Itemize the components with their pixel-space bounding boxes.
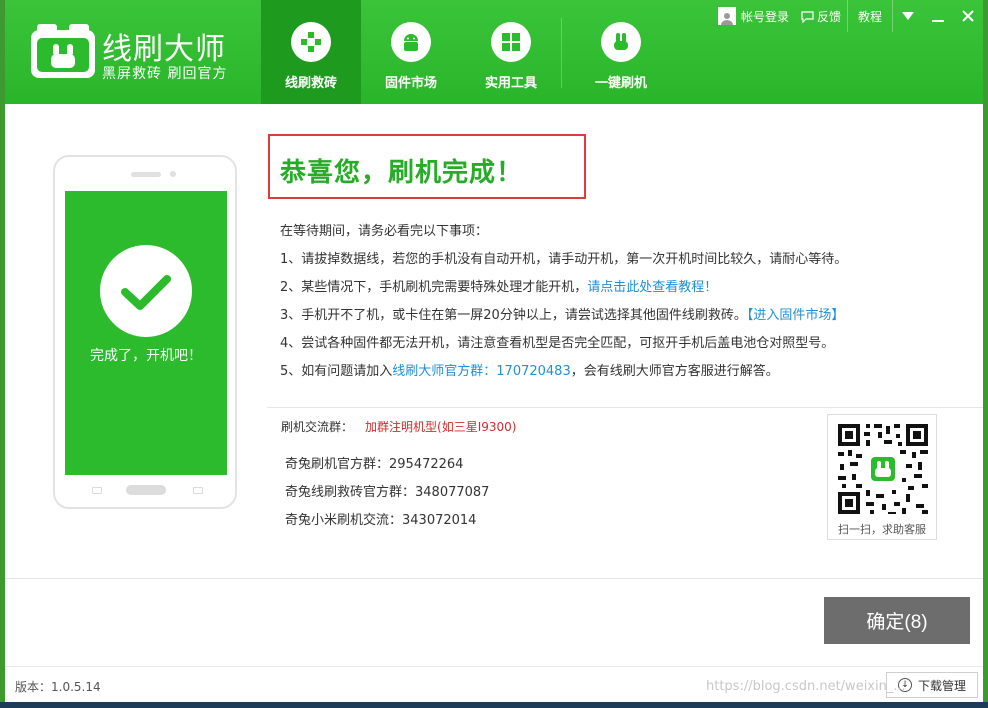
app-window: 线刷大师 黑屏救砖 刷回官方 线刷救砖 固件市场 实用工具 一键刷机 帐号登录 … xyxy=(0,0,988,708)
feedback-link[interactable]: 反馈 xyxy=(795,0,847,32)
menu-dropdown-button[interactable] xyxy=(893,0,923,32)
close-icon xyxy=(962,10,974,22)
window-topbar: 帐号登录 反馈 教程 xyxy=(712,0,983,32)
group-label: 刷机交流群： xyxy=(281,420,354,434)
rabbit-icon xyxy=(601,22,641,62)
official-group-link[interactable]: 线刷大师官方群：170720483 xyxy=(392,364,570,379)
notes-list: 在等待期间，请务必看完以下事项： 1、请拔掉数据线，若您的手机没有自动开机，请手… xyxy=(280,223,847,391)
phone-illustration: 完成了，开机吧！ xyxy=(53,155,237,509)
group-hint: 加群注明机型(如三星I9300) xyxy=(365,420,517,434)
os-taskbar xyxy=(0,702,988,708)
nav-tab-flash-rescue[interactable]: 线刷救砖 xyxy=(261,0,361,104)
app-subtitle: 黑屏救砖 刷回官方 xyxy=(102,66,228,82)
tutorial-label: 教程 xyxy=(857,9,882,24)
qr-code-panel: 扫一扫，求助客服 xyxy=(827,414,937,540)
download-manager-label: 下载管理 xyxy=(917,678,966,693)
close-button[interactable] xyxy=(953,0,983,32)
note-text: 3、手机开不了机，或卡住在第一屏20分钟以上，请尝试选择其他固件线刷救砖。 xyxy=(280,308,747,323)
qr-caption: 扫一扫，求助客服 xyxy=(838,523,926,536)
note-item: 2、某些情况下，手机刷机完需要特殊处理才能开机，请点击此处查看教程！ xyxy=(280,279,847,307)
qr-code-icon xyxy=(836,422,930,516)
group-item: 奇兔小米刷机交流：343072014 xyxy=(285,513,477,528)
triangle-down-icon xyxy=(902,12,914,20)
note-item: 3、手机开不了机，或卡住在第一屏20分钟以上，请尝试选择其他固件线刷救砖。【进入… xyxy=(280,307,847,335)
login-link[interactable]: 帐号登录 xyxy=(712,0,795,32)
rabbit-logo-icon xyxy=(31,24,95,78)
nav-tab-utilities[interactable]: 实用工具 xyxy=(461,0,561,104)
note-item: 5、如有问题请加入线刷大师官方群：170720483，会有线刷大师官方客服进行解… xyxy=(280,363,847,391)
phone-back-key-icon xyxy=(92,487,102,494)
footer-divider xyxy=(5,578,983,579)
nav-tab-firmware-market[interactable]: 固件市场 xyxy=(361,0,461,104)
version-label: 版本：1.0.5.14 xyxy=(15,680,101,694)
notes-intro: 在等待期间，请务必看完以下事项： xyxy=(280,224,489,239)
app-title: 线刷大师 xyxy=(102,32,226,67)
main-nav: 线刷救砖 固件市场 实用工具 一键刷机 xyxy=(261,0,680,104)
phone-menu-key-icon xyxy=(193,487,203,494)
note-text: 5、如有问题请加入 xyxy=(280,364,393,379)
phone-screen: 完成了，开机吧！ xyxy=(65,191,227,475)
group-item: 奇兔刷机官方群：295472264 xyxy=(285,457,464,472)
phone-done-text: 完成了，开机吧！ xyxy=(90,348,202,364)
phone-speaker xyxy=(131,172,161,177)
tutorial-help-link[interactable]: 请点击此处查看教程！ xyxy=(587,280,717,295)
nav-tab-label: 一键刷机 xyxy=(594,76,647,91)
nav-tab-label: 实用工具 xyxy=(484,76,537,91)
nav-tab-label: 固件市场 xyxy=(384,76,437,91)
header: 线刷大师 黑屏救砖 刷回官方 线刷救砖 固件市场 实用工具 一键刷机 帐号登录 … xyxy=(5,0,983,104)
nav-tab-one-click-flash[interactable]: 一键刷机 xyxy=(562,0,680,104)
firmware-market-link[interactable]: 【进入固件市场】 xyxy=(747,308,845,323)
android-icon xyxy=(391,22,431,62)
note-item: 4、尝试各种固件都无法开机，请注意查看机型是否完全匹配，可抠开手机后盖电池仓对照… xyxy=(280,336,835,351)
group-item: 奇兔线刷救砖官方群：348077087 xyxy=(285,485,490,500)
phone-home-button xyxy=(126,485,166,495)
phone-camera xyxy=(170,171,176,177)
minimize-icon xyxy=(932,20,944,22)
grid-icon xyxy=(491,22,531,62)
chat-bubble-icon xyxy=(801,10,814,23)
plus-cross-icon xyxy=(291,22,331,62)
section-divider xyxy=(267,407,983,408)
group-header: 刷机交流群： 加群注明机型(如三星I9300) xyxy=(281,418,516,435)
confirm-button[interactable]: 确定(8) xyxy=(824,597,970,644)
congrats-heading: 恭喜您，刷机完成！ xyxy=(280,158,524,188)
note-text: ，会有线刷大师官方客服进行解答。 xyxy=(570,364,779,379)
watermark-text: https://blog.csdn.net/weixin_... xyxy=(706,679,906,694)
check-circle-icon xyxy=(100,245,192,337)
congrats-highlight-box: 恭喜您，刷机完成！ xyxy=(268,134,586,199)
tutorial-link[interactable]: 教程 xyxy=(848,0,892,32)
minimize-button[interactable] xyxy=(923,0,953,32)
feedback-label: 反馈 xyxy=(816,9,841,24)
nav-tab-label: 线刷救砖 xyxy=(284,76,337,91)
login-label: 帐号登录 xyxy=(740,9,789,24)
note-text: 2、某些情况下，手机刷机完需要特殊处理才能开机， xyxy=(280,280,588,295)
note-item: 1、请拔掉数据线，若您的手机没有自动开机，请手动开机，第一次开机时间比较久，请耐… xyxy=(280,252,848,267)
user-avatar-icon xyxy=(717,7,736,25)
